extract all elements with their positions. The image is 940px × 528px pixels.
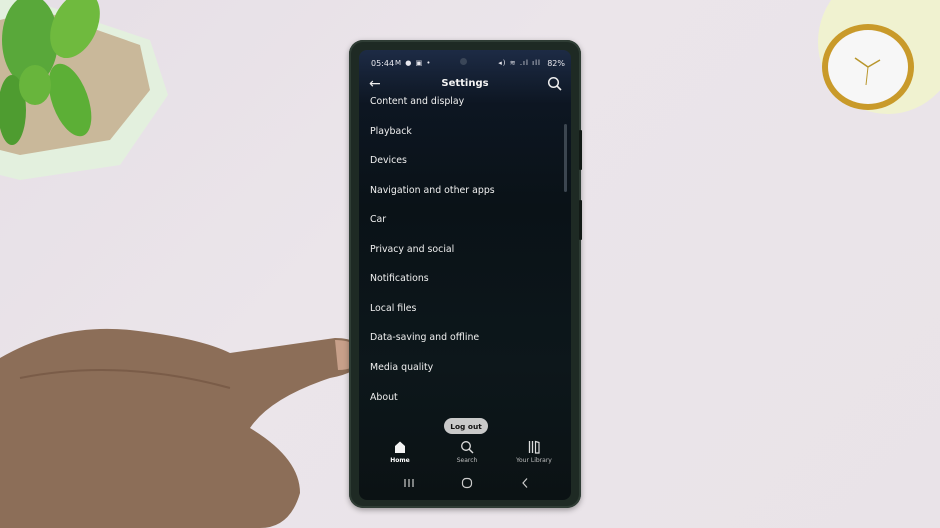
tab-your-library-label: Your Library: [516, 457, 552, 464]
menu-item-media-quality[interactable]: Media quality: [370, 362, 433, 373]
scrollbar[interactable]: [564, 124, 567, 192]
tab-search-label: Search: [456, 457, 478, 464]
power-button: [579, 200, 582, 240]
home-circle-icon[interactable]: [457, 476, 477, 490]
bottom-nav: Home Search Your Library: [359, 440, 571, 470]
search-icon: [461, 441, 474, 454]
app-bar: ← Settings: [359, 74, 571, 96]
tab-search[interactable]: Search: [437, 440, 497, 464]
camera-punch-hole: [460, 58, 467, 65]
menu-item-about[interactable]: About: [370, 392, 398, 403]
desk-clock: [818, 0, 940, 114]
page-title: Settings: [441, 78, 489, 89]
notification-icons: M ● ▣ •: [395, 59, 432, 67]
system-nav-bar: [359, 474, 571, 492]
menu-item-notifications[interactable]: Notifications: [370, 273, 429, 284]
tab-your-library[interactable]: Your Library: [504, 440, 564, 464]
status-bar: 05:44 M ● ▣ • ◂) ≋ .ıl ıll 82%: [359, 56, 571, 70]
phone-device: 05:44 M ● ▣ • ◂) ≋ .ıl ıll 82% ← Setting…: [349, 40, 582, 508]
menu-item-navigation-and-other-apps[interactable]: Navigation and other apps: [370, 185, 495, 196]
back-chevron-icon[interactable]: [515, 476, 535, 490]
pointing-hand: [0, 328, 363, 528]
menu-item-playback[interactable]: Playback: [370, 126, 412, 137]
phone-screen: 05:44 M ● ▣ • ◂) ≋ .ıl ıll 82% ← Setting…: [359, 50, 571, 500]
status-time: 05:44: [371, 58, 395, 68]
recents-icon[interactable]: [399, 476, 419, 490]
menu-item-local-files[interactable]: Local files: [370, 303, 416, 314]
battery-level: 82%: [547, 58, 565, 68]
tab-home-label: Home: [390, 457, 410, 464]
menu-item-data-saving-and-offline[interactable]: Data-saving and offline: [370, 332, 479, 343]
menu-item-car[interactable]: Car: [370, 214, 386, 225]
logout-button[interactable]: Log out: [444, 418, 488, 434]
library-icon: [528, 440, 540, 454]
menu-item-devices[interactable]: Devices: [370, 155, 407, 166]
signal-icons: ◂) ≋ .ıl ıll: [498, 59, 541, 67]
menu-item-privacy-and-social[interactable]: Privacy and social: [370, 244, 454, 255]
home-icon: [395, 441, 405, 453]
tab-home[interactable]: Home: [370, 440, 430, 464]
volume-button: [579, 130, 582, 170]
search-icon[interactable]: [547, 76, 563, 92]
succulent-plant-pot: [0, 0, 168, 180]
menu-item-content-and-display[interactable]: Content and display: [370, 96, 464, 107]
